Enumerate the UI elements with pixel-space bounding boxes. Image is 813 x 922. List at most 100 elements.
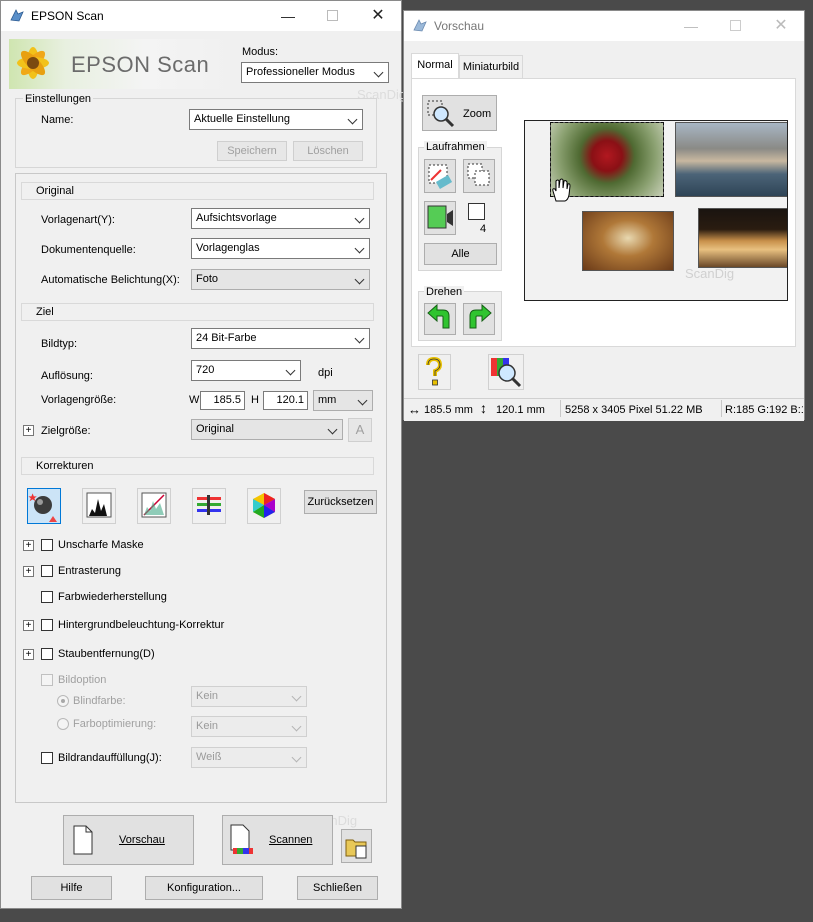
color-magnifier-icon <box>491 358 522 388</box>
auto-adjust-button[interactable] <box>27 488 61 524</box>
border-fill-checkbox[interactable] <box>41 752 53 764</box>
backlight-correction-checkbox[interactable] <box>41 619 53 631</box>
auto-exposure-value: Foto <box>196 273 219 285</box>
doc-source-value: Vorlagenglas <box>196 242 260 254</box>
scan-titlebar[interactable]: EPSON Scan — ✕ <box>1 1 401 31</box>
epson-app-icon <box>10 9 24 22</box>
histogram-icon <box>86 492 112 518</box>
font-icon: A <box>355 422 365 437</box>
unsharp-mask-checkbox[interactable] <box>41 539 53 551</box>
name-select[interactable]: Aktuelle Einstellung <box>189 109 363 130</box>
chevron-down-icon <box>357 395 368 406</box>
histogram-button[interactable] <box>82 488 116 524</box>
mode-select[interactable]: Professioneller Modus <box>241 62 389 83</box>
doc-type-select[interactable]: Aufsichtsvorlage <box>191 208 370 229</box>
close-icon[interactable]: ✕ <box>772 17 790 35</box>
status-divider <box>560 400 561 417</box>
expand-dust-icon[interactable]: + <box>23 649 34 660</box>
dropout-select[interactable]: Kein <box>191 686 307 707</box>
auto-exposure-select[interactable]: Foto <box>191 269 370 290</box>
chevron-down-icon <box>354 274 365 285</box>
marquee-erase-button[interactable] <box>424 159 456 193</box>
height-label: H <box>251 394 259 406</box>
maximize-icon[interactable] <box>323 7 341 25</box>
chevron-down-icon <box>354 243 365 254</box>
image-type-select[interactable]: 24 Bit-Farbe <box>191 328 370 349</box>
tab-thumbnail[interactable]: Miniaturbild <box>459 55 523 79</box>
font-settings-button[interactable]: A <box>348 418 372 442</box>
preview-watermark: ScanDig <box>685 266 735 281</box>
color-enhance-radio[interactable] <box>57 718 69 730</box>
photo-library[interactable] <box>582 211 674 271</box>
rotate-right-button[interactable] <box>463 303 495 335</box>
color-enhance-select[interactable]: Kein <box>191 716 307 737</box>
configuration-button[interactable]: Konfiguration... <box>145 876 263 900</box>
size-unit-select[interactable]: mm <box>313 390 373 411</box>
mode-label: Modus: <box>242 46 279 58</box>
minimize-icon[interactable]: — <box>279 7 297 25</box>
scan-button[interactable]: Scannen <box>222 815 333 865</box>
dust-removal-label: Staubentfernung(D) <box>58 648 155 660</box>
auto-locate-button[interactable] <box>424 201 456 235</box>
maximize-icon[interactable] <box>726 17 744 35</box>
preview-canvas[interactable]: ScanDig <box>524 120 788 301</box>
help-question-button[interactable] <box>418 354 451 390</box>
erase-marquee-icon <box>428 164 453 189</box>
doc-source-select[interactable]: Vorlagenglas <box>191 238 370 259</box>
border-fill-select[interactable]: Weiß <box>191 747 307 768</box>
minimize-icon[interactable]: — <box>682 17 700 35</box>
rotate-left-button[interactable] <box>424 303 456 335</box>
delete-settings-button[interactable]: Löschen <box>293 141 363 161</box>
image-adjust-button[interactable] <box>192 488 226 524</box>
photo-opera[interactable] <box>698 208 787 268</box>
color-wheel-icon <box>253 493 275 518</box>
expand-descreening-icon[interactable]: + <box>23 566 34 577</box>
resolution-label: Auflösung: <box>41 370 93 382</box>
close-button[interactable]: Schließen <box>297 876 378 900</box>
width-input[interactable]: 185.5 <box>200 391 245 410</box>
status-width: 185.5 mm <box>424 404 473 416</box>
marquee-copy-button[interactable] <box>463 159 495 193</box>
help-button[interactable]: Hilfe <box>31 876 112 900</box>
close-icon[interactable]: ✕ <box>369 7 387 25</box>
color-restoration-checkbox[interactable] <box>41 591 53 603</box>
color-palette-button[interactable] <box>247 488 281 524</box>
expand-unsharp-icon[interactable]: + <box>23 540 34 551</box>
save-settings-button[interactable]: Speichern <box>217 141 287 161</box>
image-type-value: 24 Bit-Farbe <box>196 332 257 344</box>
resolution-combo[interactable]: 720 <box>191 360 301 381</box>
zoom-button[interactable]: Zoom <box>422 95 497 131</box>
rotate-group-title: Drehen <box>424 286 465 298</box>
settings-group-title: Einstellungen <box>23 93 94 105</box>
preview-button[interactable]: Vorschau <box>63 815 194 865</box>
color-enhance-value: Kein <box>196 720 219 732</box>
magnifier-icon <box>427 100 455 128</box>
question-mark-icon <box>426 356 443 386</box>
chevron-down-icon <box>347 114 358 125</box>
chevron-down-icon <box>354 213 365 224</box>
auto-locate-icon <box>427 205 453 229</box>
expand-target-size-icon[interactable]: + <box>23 425 34 436</box>
doc-size-label: Vorlagengröße: <box>41 394 117 406</box>
doc-type-label: Vorlagenart(Y): <box>41 214 115 226</box>
reset-corrections-button[interactable]: Zurücksetzen <box>304 490 377 514</box>
chevron-down-icon <box>373 67 384 78</box>
banner-brand-text: EPSON Scan <box>71 52 210 77</box>
width-label: W <box>189 394 200 406</box>
dust-removal-checkbox[interactable] <box>41 648 53 660</box>
image-type-label: Bildtyp: <box>41 338 78 350</box>
height-input[interactable]: 120.1 <box>263 391 308 410</box>
tone-curve-button[interactable] <box>137 488 171 524</box>
tab-normal[interactable]: Normal <box>411 53 459 79</box>
preview-label: Vorschau <box>119 834 165 846</box>
dropout-radio[interactable] <box>57 695 69 707</box>
densitometer-button[interactable] <box>488 354 524 390</box>
select-all-button[interactable]: Alle <box>424 243 497 265</box>
descreening-checkbox[interactable] <box>41 565 53 577</box>
preview-titlebar[interactable]: Vorschau — ✕ <box>404 11 804 41</box>
photo-lake[interactable] <box>675 122 787 197</box>
file-save-settings-button[interactable] <box>341 829 372 863</box>
expand-backlight-icon[interactable]: + <box>23 620 34 631</box>
image-option-checkbox[interactable] <box>41 674 53 686</box>
target-size-select[interactable]: Original <box>191 419 343 440</box>
